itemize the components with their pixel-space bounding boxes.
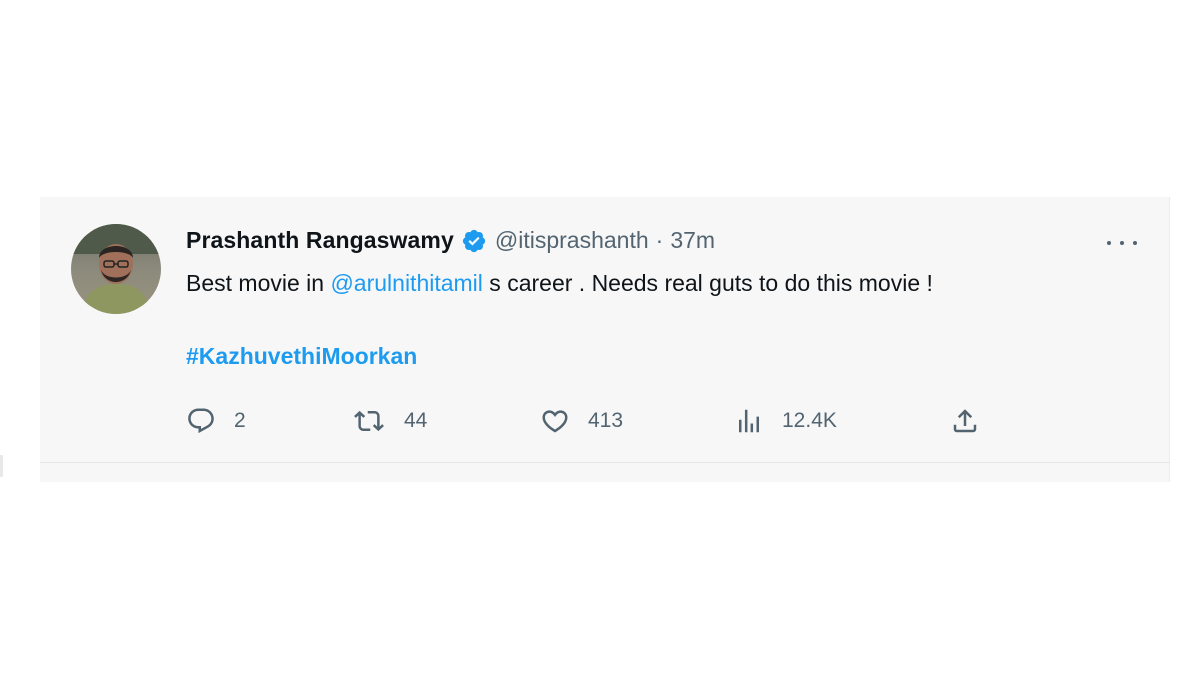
edge-mark xyxy=(0,455,3,477)
tweet-card[interactable]: Prashanth Rangaswamy @itisprashanth · 37… xyxy=(40,197,1170,482)
author-display-name[interactable]: Prashanth Rangaswamy xyxy=(186,227,454,254)
hashtag-link[interactable]: #KazhuvethiMoorkan xyxy=(186,343,417,370)
share-icon xyxy=(953,409,977,433)
views-button[interactable]: 12.4K xyxy=(734,403,837,439)
more-dot xyxy=(1133,241,1137,245)
reply-button[interactable]: 2 xyxy=(186,403,246,439)
retweet-count: 44 xyxy=(404,409,428,432)
tweet-text-prefix: Best movie in xyxy=(186,270,331,296)
tweet-text-suffix: s career . Needs real guts to do this mo… xyxy=(482,270,933,296)
like-button[interactable]: 413 xyxy=(540,403,623,439)
reply-count: 2 xyxy=(234,409,246,432)
tweet-timestamp[interactable]: 37m xyxy=(670,227,715,254)
reply-icon xyxy=(188,408,214,434)
share-button[interactable] xyxy=(950,403,980,439)
heart-icon xyxy=(542,410,568,433)
more-dot xyxy=(1107,241,1111,245)
more-options-icon[interactable] xyxy=(1107,233,1137,253)
retweet-button[interactable]: 44 xyxy=(352,403,427,439)
tweet-divider xyxy=(40,462,1170,463)
tweet-header: Prashanth Rangaswamy @itisprashanth · 37… xyxy=(186,227,715,254)
mention-link[interactable]: @arulnithitamil xyxy=(330,270,482,296)
views-count: 12.4K xyxy=(782,409,837,432)
tweet-text: Best movie in @arulnithitamil s career .… xyxy=(186,270,933,297)
avatar-image xyxy=(71,224,161,314)
verified-badge-icon xyxy=(461,228,487,254)
avatar[interactable] xyxy=(71,224,161,314)
author-handle[interactable]: @itisprashanth xyxy=(495,227,649,254)
analytics-icon xyxy=(739,409,759,433)
like-count: 413 xyxy=(588,409,624,432)
more-dot xyxy=(1120,241,1124,245)
retweet-icon xyxy=(354,410,384,432)
header-separator: · xyxy=(655,227,664,253)
tweet-actions-bar: 2 44 413 12.4K xyxy=(186,403,1006,439)
